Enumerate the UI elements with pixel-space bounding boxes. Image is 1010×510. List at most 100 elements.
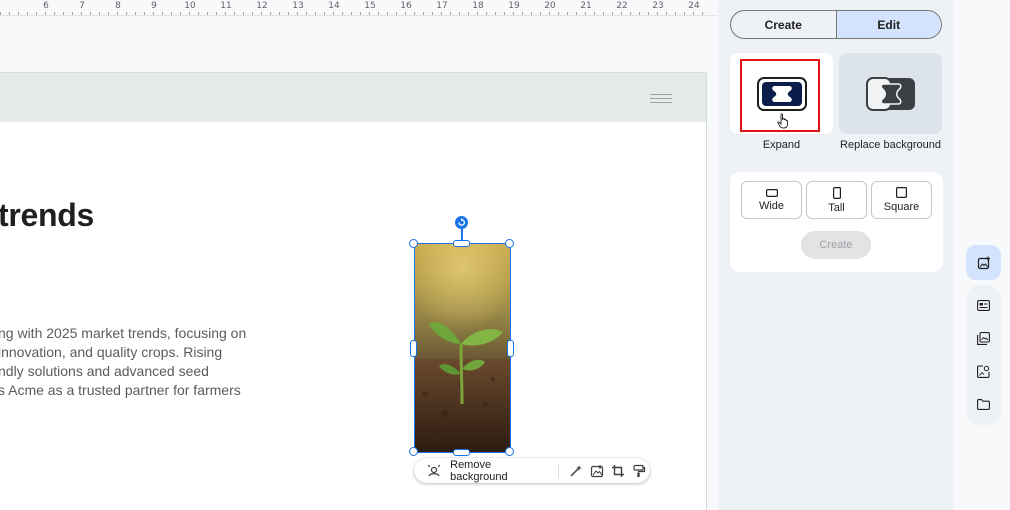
- ruler-tick: [423, 12, 424, 15]
- square-button[interactable]: Square: [871, 181, 932, 219]
- ruler-tick: [513, 12, 514, 15]
- ruler-tick: [0, 12, 1, 15]
- remove-background-button[interactable]: Remove background: [450, 459, 547, 483]
- ruler-tick: [189, 12, 190, 15]
- resize-handle-bottom[interactable]: [453, 449, 470, 456]
- resize-handle-top-left[interactable]: [409, 239, 418, 248]
- ruler-tick: [27, 12, 28, 15]
- ruler-tick: [657, 12, 658, 15]
- ruler-tick: [468, 12, 469, 15]
- aspect-ratio-card: Wide Tall Square Create: [730, 172, 943, 272]
- ruler-tick: [198, 12, 199, 15]
- ruler-tick: [90, 12, 91, 15]
- create-button[interactable]: Create: [801, 231, 871, 259]
- ruler-tick: [387, 12, 388, 15]
- slide-header-band: [0, 73, 706, 122]
- ruler-tick: [648, 12, 649, 15]
- resize-handle-top[interactable]: [453, 240, 470, 247]
- ruler-tick: [459, 12, 460, 15]
- body-text-line: ndly solutions and advanced seed: [0, 363, 209, 379]
- image-search-button[interactable]: [966, 359, 1001, 383]
- ruler-tick: [180, 12, 181, 15]
- ruler-tick: [396, 12, 397, 15]
- ruler-tick: [675, 12, 676, 15]
- side-rail: [954, 0, 1010, 510]
- ruler-tick: [81, 12, 82, 15]
- resize-handle-right[interactable]: [507, 340, 514, 357]
- image-search-icon: [977, 364, 990, 378]
- ruler-tick: [531, 12, 532, 15]
- ruler-tick: [405, 12, 406, 15]
- hand-cursor-icon: [777, 113, 788, 129]
- ruler-tick: [450, 12, 451, 15]
- replace-background-label: Replace background: [840, 139, 941, 151]
- ruler-tick: [45, 12, 46, 15]
- ruler-number: 20: [544, 1, 556, 11]
- ruler-number: 7: [79, 1, 85, 11]
- ruler-tick: [504, 12, 505, 15]
- ruler-number: 24: [688, 1, 700, 11]
- ruler-number: 10: [184, 1, 196, 11]
- ruler-tick: [207, 12, 208, 15]
- image-settings-icon[interactable]: [587, 461, 608, 481]
- slide-heading: trends: [0, 197, 94, 233]
- ruler-tick: [603, 12, 604, 15]
- ruler-number: 17: [436, 1, 448, 11]
- image-edit-panel: Create Edit Expand Replace background Wi…: [718, 0, 954, 510]
- rotate-handle[interactable]: [455, 216, 468, 229]
- ruler-tick: [306, 12, 307, 15]
- resize-handle-bottom-right[interactable]: [505, 447, 514, 456]
- ruler-number: 8: [115, 1, 121, 11]
- crop-icon[interactable]: [608, 461, 629, 481]
- gallery-button[interactable]: [966, 326, 1001, 350]
- caption-button[interactable]: [966, 293, 1001, 317]
- ruler-tick: [666, 12, 667, 15]
- resize-handle-top-right[interactable]: [505, 239, 514, 248]
- ruler-tick: [216, 12, 217, 15]
- ruler-tick: [432, 12, 433, 15]
- ruler-tick: [153, 12, 154, 15]
- ruler-tick: [225, 12, 226, 15]
- folder-button[interactable]: [966, 392, 1001, 416]
- ruler-tick: [108, 12, 109, 15]
- tab-create[interactable]: Create: [731, 11, 836, 38]
- ruler-tick: [477, 12, 478, 15]
- ruler-tick: [9, 12, 10, 15]
- ruler-number: 12: [256, 1, 268, 11]
- ruler-number: 18: [472, 1, 484, 11]
- paint-format-icon[interactable]: [629, 461, 650, 481]
- replace-background-option[interactable]: [839, 53, 942, 134]
- ruler-number: 11: [220, 1, 232, 11]
- ruler-number: 13: [292, 1, 304, 11]
- folder-icon: [977, 398, 990, 410]
- tall-button[interactable]: Tall: [806, 181, 867, 219]
- remove-background-icon[interactable]: [423, 461, 444, 481]
- ruler-number: 21: [580, 1, 592, 11]
- ruler-tick: [585, 12, 586, 15]
- ruler-tick: [639, 12, 640, 15]
- menu-lines-icon: [650, 94, 672, 106]
- ruler-tick: [270, 12, 271, 15]
- tall-ratio-icon: [832, 186, 841, 199]
- ruler-number: 14: [328, 1, 340, 11]
- magic-edit-icon[interactable]: [566, 461, 587, 481]
- wide-button[interactable]: Wide: [741, 181, 802, 219]
- ruler-tick: [522, 12, 523, 15]
- body-text-line: ng with 2025 market trends, focusing on: [0, 325, 247, 341]
- image-toolbar: Remove background: [414, 458, 650, 483]
- caption-icon: [977, 299, 990, 311]
- add-image-button[interactable]: [966, 245, 1001, 280]
- ruler-tick: [72, 12, 73, 15]
- ruler-tick: [495, 12, 496, 15]
- ruler-tick: [567, 12, 568, 15]
- ruler-tick: [621, 12, 622, 15]
- create-edit-toggle: Create Edit: [730, 10, 942, 39]
- resize-handle-left[interactable]: [410, 340, 417, 357]
- tab-edit[interactable]: Edit: [835, 11, 941, 38]
- rail-group: [966, 285, 1001, 425]
- ruler-tick: [351, 12, 352, 15]
- ruler-tick: [135, 12, 136, 15]
- ruler-tick: [315, 12, 316, 15]
- resize-handle-bottom-left[interactable]: [409, 447, 418, 456]
- ruler-tick: [243, 12, 244, 15]
